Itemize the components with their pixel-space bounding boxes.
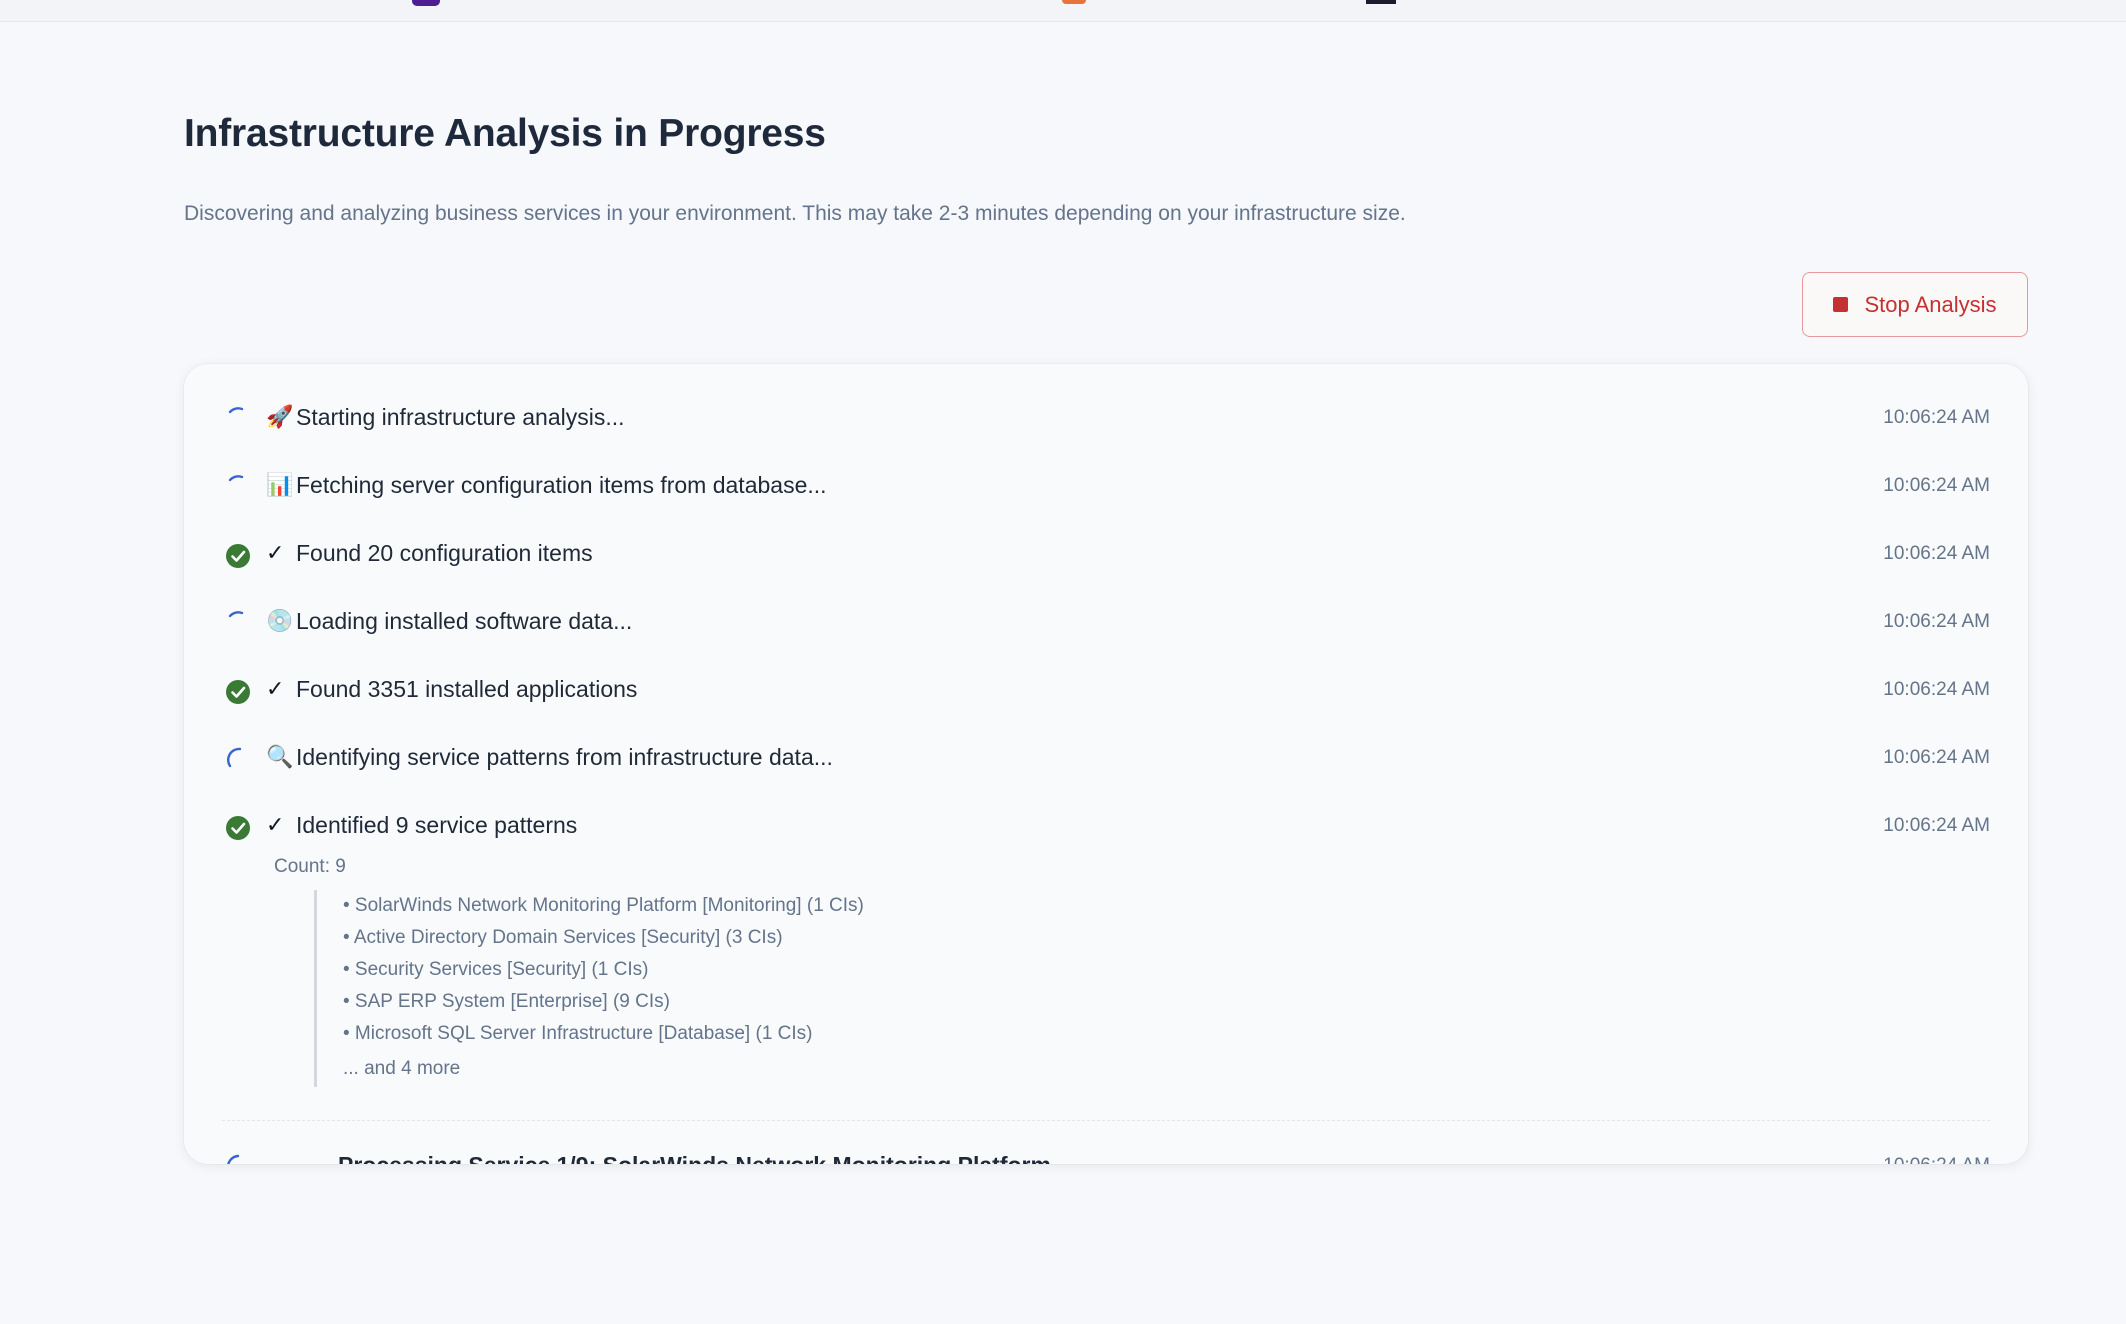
list-item: • Security Services [Security] (1 CIs) [343, 959, 649, 980]
magnifier-icon: 🔍 [266, 744, 294, 769]
spinner-icon [224, 1152, 252, 1164]
log-entry: ✓ Found 3351 installed applications 10:0… [184, 670, 2028, 710]
nav-icon-partial[interactable] [412, 0, 440, 6]
log-entry-text: Identifying service patterns from infras… [296, 744, 833, 770]
log-entry-text: Found 3351 installed applications [296, 676, 638, 702]
log-entry-text: Loading installed software data... [296, 608, 633, 634]
log-entry: ✓ Identified 9 service patterns 10:06:24… [184, 806, 2028, 846]
log-entry-text: Fetching server configuration items from… [296, 472, 827, 498]
check-circle-icon [224, 676, 252, 704]
section-header-entry: Processing Service 1/9: SolarWinds Netwo… [184, 1146, 2028, 1164]
section-header-label: Processing Service 1/9: SolarWinds Netwo… [338, 1152, 1051, 1164]
checkmark-icon: ✓ [266, 676, 285, 701]
spinner-icon [224, 608, 252, 636]
nav-icon-partial[interactable] [1062, 0, 1086, 4]
list-item: • SolarWinds Network Monitoring Platform… [343, 895, 864, 916]
checkmark-icon: ✓ [266, 812, 285, 837]
log-entry: 🔍 Identifying service patterns from infr… [184, 738, 2028, 778]
log-entry-time: 10:06:24 AM [1883, 611, 1990, 632]
spinner-icon [224, 404, 252, 432]
page-subtitle: Discovering and analyzing business servi… [184, 202, 1406, 225]
bar-chart-icon: 📊 [266, 472, 294, 497]
nav-icon-partial[interactable] [1366, 0, 1396, 4]
spinner-icon [224, 472, 252, 500]
log-entry-time: 10:06:24 AM [1883, 815, 1990, 836]
top-navigation-bar [0, 0, 2126, 22]
list-item: • Microsoft SQL Server Infrastructure [D… [343, 1023, 813, 1044]
list-item: • SAP ERP System [Enterprise] (9 CIs) [343, 991, 670, 1012]
log-entry-text: Starting infrastructure analysis... [296, 404, 625, 430]
stop-analysis-button[interactable]: Stop Analysis [1802, 272, 2028, 337]
log-entry-time: 10:06:24 AM [1883, 747, 1990, 768]
check-circle-icon [224, 812, 252, 840]
patterns-list: • SolarWinds Network Monitoring Platform… [314, 890, 1214, 1087]
spinner-icon [224, 744, 252, 772]
rocket-icon: 🚀 [266, 404, 294, 429]
stop-icon [1833, 297, 1849, 312]
log-entry: 🚀 Starting infrastructure analysis... 10… [184, 398, 2028, 438]
log-entry-text: Identified 9 service patterns [296, 812, 578, 838]
log-entry-time: 10:06:24 AM [1883, 407, 1990, 428]
log-entry-time: 10:06:24 AM [1883, 1154, 1990, 1164]
more-patterns-label: ... and 4 more [343, 1058, 461, 1079]
list-item: • Active Directory Domain Services [Secu… [343, 927, 783, 948]
check-circle-icon [224, 540, 252, 568]
analysis-log-panel[interactable]: 🚀 Starting infrastructure analysis... 10… [184, 364, 2028, 1164]
log-entry-time: 10:06:24 AM [1883, 475, 1990, 496]
log-entry: 📊 Fetching server configuration items fr… [184, 466, 2028, 506]
section-header-text: Processing Service 1/9: SolarWinds Netwo… [266, 1152, 1123, 1164]
checkmark-icon: ✓ [266, 540, 285, 565]
section-divider [222, 1120, 1990, 1121]
disc-icon: 💿 [266, 608, 294, 633]
log-entry-time: 10:06:24 AM [1883, 679, 1990, 700]
stop-analysis-label: Stop Analysis [1864, 291, 1997, 317]
log-entry-time: 10:06:24 AM [1883, 543, 1990, 564]
log-entry: 💿 Loading installed software data... 10:… [184, 602, 2028, 642]
log-entry-text: Found 20 configuration items [296, 540, 593, 566]
log-entry: ✓ Found 20 configuration items 10:06:24 … [184, 534, 2028, 574]
patterns-count: Count: 9 [274, 856, 346, 877]
page-title: Infrastructure Analysis in Progress [184, 112, 826, 155]
